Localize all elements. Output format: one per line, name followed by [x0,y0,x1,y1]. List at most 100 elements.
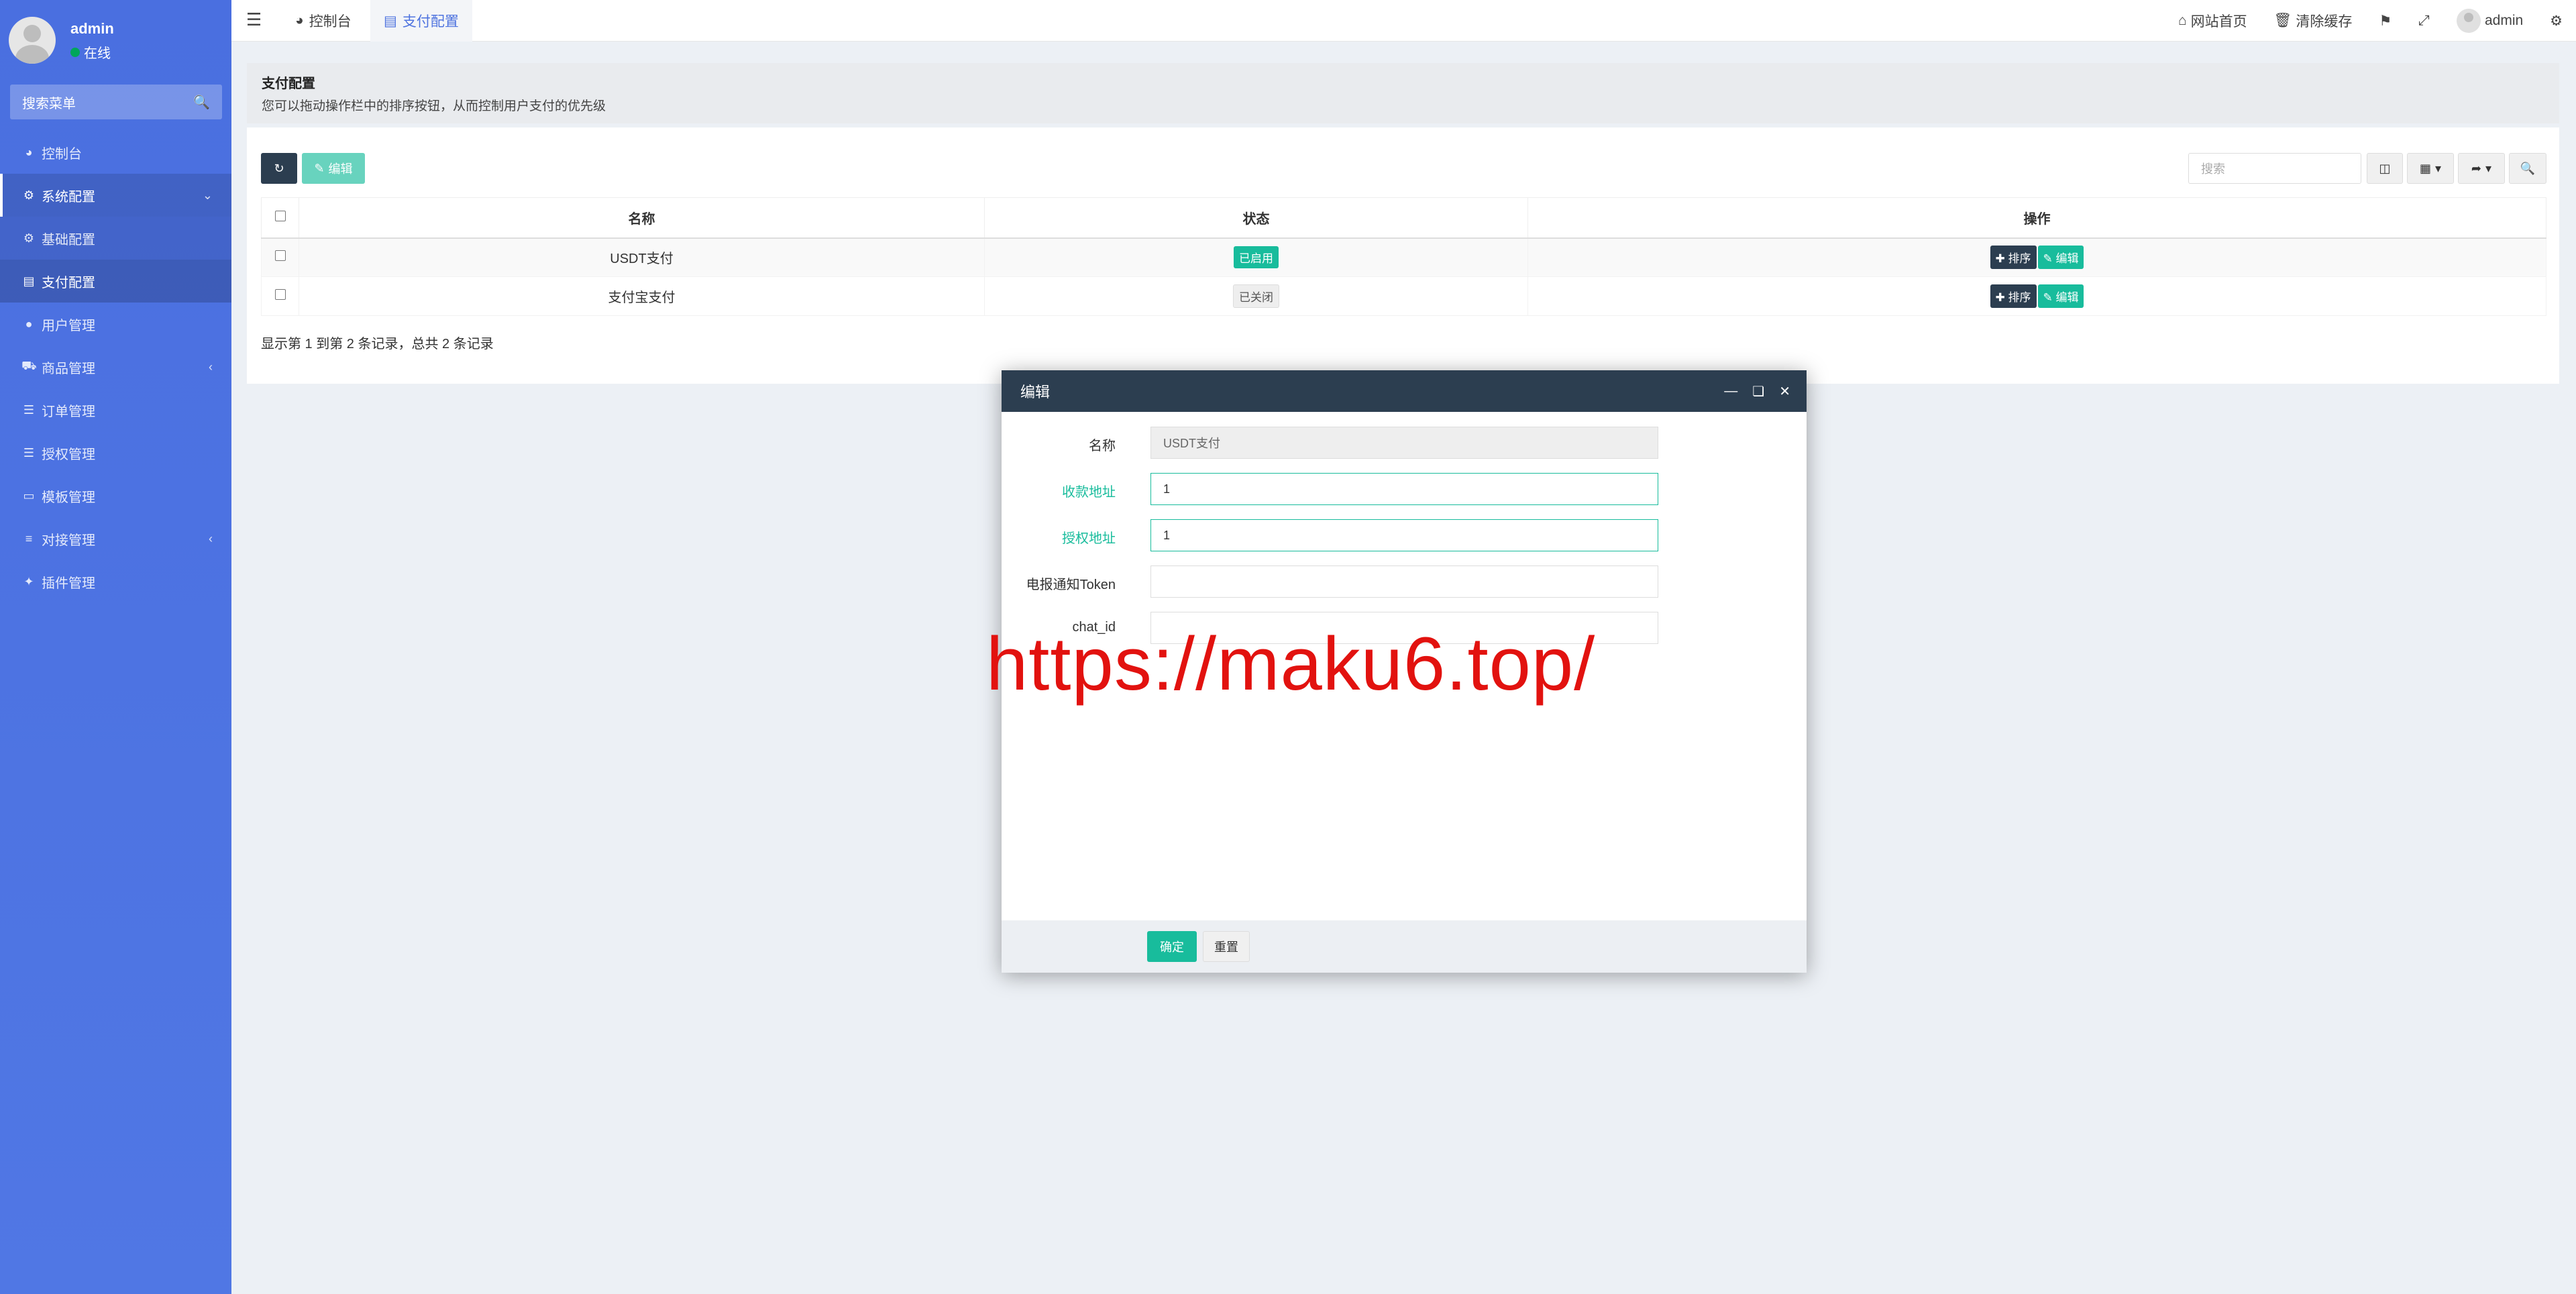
sidebar-item-label: 支付配置 [42,275,95,290]
telegram-token-field[interactable] [1150,565,1658,598]
table-icon: ▤ [384,13,397,29]
user-icon: ● [25,317,33,331]
toggle-view-button[interactable]: ◫ [2367,153,2403,184]
list-icon: ☰ [23,445,35,460]
online-dot-icon [70,47,80,57]
field-label-name: 名称 [1089,439,1116,453]
refresh-icon: ↻ [274,161,284,175]
language-button[interactable]: ⚑ [2365,13,2405,30]
row-edit-button[interactable]: ✎ 编辑 [2037,246,2084,270]
clear-cache-label: 清除缓存 [2296,14,2353,30]
reset-button[interactable]: 重置 [1203,931,1250,962]
payment-table: 名称 状态 操作 USDT支付 已启用 ✚ 排序 ✎ 编辑 支付宝支付 已关闭 ✚… [261,197,2546,316]
row-select-cell [261,276,299,316]
modal-controls: — ❏ ✕ [1724,370,1790,412]
status-badge[interactable]: 已启用 [1234,246,1279,269]
fullscreen-button[interactable]: ⤢ [2405,13,2443,29]
modal-header: 编辑 — ❏ ✕ [1002,370,1807,412]
sidebar-item-plugins[interactable]: ✦ 插件管理 [0,560,231,603]
tab-payment-config[interactable]: ▤ 支付配置 [370,0,472,42]
modal-footer: 确定 重置 [1002,920,1807,973]
sidebar-item-label: 基础配置 [42,232,95,248]
sidebar-item-system-config[interactable]: ⚙ 系统配置 ⌄ [0,174,231,217]
row-actions-cell: ✚ 排序 ✎ 编辑 [1527,276,2546,316]
column-name: 名称 [299,197,985,239]
sidebar-item-label: 订单管理 [42,404,95,419]
caret-down-icon: ▾ [2434,161,2442,175]
form-row-name: 名称 USDT支付 [1002,427,1807,460]
sidebar-item-label: 商品管理 [42,361,95,376]
tab-dashboard[interactable]: ◕ 控制台 [282,0,365,42]
select-all-checkbox[interactable] [274,210,286,221]
row-edit-button[interactable]: ✎ 编辑 [2037,284,2084,308]
avatar [2456,9,2481,33]
columns-dropdown-button[interactable]: ▦ ▾ [2407,153,2454,184]
grid-icon: ▦ [2419,161,2431,175]
clear-cache-button[interactable]: 🗑 清除缓存 [2261,11,2366,31]
sidebar-item-templates[interactable]: ▭ 模板管理 [0,474,231,517]
user-menu-label: admin [2484,13,2524,28]
name-field[interactable]: USDT支付 [1150,427,1658,459]
sidebar-item-label: 插件管理 [42,576,95,591]
form-row-auth-address: 授权地址 1 [1002,519,1807,553]
settings-button[interactable]: ⚙ [2536,13,2576,30]
sliders-icon: ≡ [25,531,33,545]
export-dropdown-button[interactable]: ➦ ▾ [2458,153,2505,184]
sidebar-item-orders[interactable]: ☰ 订单管理 [0,388,231,431]
sidebar-item-integrations[interactable]: ≡ 对接管理 ‹ [0,517,231,560]
menu-toggle-icon[interactable]: ☰ [246,9,262,30]
row-status-cell: 已启用 [984,237,1528,277]
sidebar-item-basic-config[interactable]: ⚙ 基础配置 [0,217,231,260]
status-badge[interactable]: 已关闭 [1233,284,1279,308]
sort-button[interactable]: ✚ 排序 [1990,246,2037,270]
move-icon: ✚ [1995,291,2005,304]
maximize-icon[interactable]: ❏ [1752,383,1764,400]
pencil-icon: ✎ [2043,291,2053,304]
avatar [9,17,56,64]
navbar-right: ⌂ 网站首页 🗑 清除缓存 ⚑ ⤢ admin ⚙ [2165,0,2576,42]
site-home-link[interactable]: ⌂ 网站首页 [2165,11,2261,31]
minimize-icon[interactable]: — [1724,384,1737,399]
pagination-info: 显示第 1 到第 2 条记录，总共 2 条记录 [261,337,494,352]
advanced-search-button[interactable]: 🔍 [2509,153,2546,184]
user-menu[interactable]: admin [2443,9,2536,33]
gear-icon: ⚙ [23,188,35,202]
user-panel: admin 在线 [0,0,231,74]
list-icon: ☰ [23,402,35,417]
field-label-telegram-token: 电报通知Token [1026,578,1116,592]
sort-label: 排序 [2008,252,2031,266]
sidebar-item-products[interactable]: ⛟ 商品管理 ‹ [0,345,231,388]
row-checkbox[interactable] [274,250,286,262]
row-select-cell [261,237,299,277]
table-search-placeholder: 搜索 [2201,162,2225,176]
sidebar-item-licenses[interactable]: ☰ 授权管理 [0,431,231,474]
confirm-button[interactable]: 确定 [1147,931,1197,962]
home-icon: ⌂ [2178,13,2187,28]
table-search-input[interactable]: 搜索 [2188,153,2361,184]
receive-address-field[interactable]: 1 [1150,473,1658,505]
auth-address-field[interactable]: 1 [1150,519,1658,551]
refresh-button[interactable]: ↻ [261,153,297,184]
page-description: 您可以拖动操作栏中的排序按钮，从而控制用户支付的优先级 [262,99,606,113]
sort-button[interactable]: ✚ 排序 [1990,284,2037,308]
sidebar-item-dashboard[interactable]: ◕ 控制台 [0,131,231,174]
toolbar-edit-label: 编辑 [328,162,353,176]
tab-label: 支付配置 [402,14,459,30]
search-icon[interactable]: 🔍 [193,94,210,111]
toolbar-edit-button[interactable]: ✎ 编辑 [302,153,365,184]
caret-down-icon: ▾ [2485,161,2492,175]
language-icon: ⚑ [2379,13,2392,29]
row-checkbox[interactable] [274,289,286,300]
form-row-telegram-token: 电报通知Token [1002,565,1807,599]
sidebar-item-users[interactable]: ● 用户管理 [0,303,231,345]
search-icon: 🔍 [2520,161,2536,175]
close-icon[interactable]: ✕ [1779,383,1790,400]
user-status-label: 在线 [84,46,111,61]
move-icon: ✚ [1995,252,2005,266]
sidebar-item-payment-config[interactable]: ▤ 支付配置 [0,260,231,303]
fullscreen-icon: ⤢ [2418,13,2430,28]
table-row: USDT支付 已启用 ✚ 排序 ✎ 编辑 [261,237,2546,277]
table-row: 支付宝支付 已关闭 ✚ 排序 ✎ 编辑 [261,276,2546,316]
menu-search-input[interactable]: 搜索菜单 🔍 [10,85,222,119]
tab-label: 控制台 [309,14,352,30]
